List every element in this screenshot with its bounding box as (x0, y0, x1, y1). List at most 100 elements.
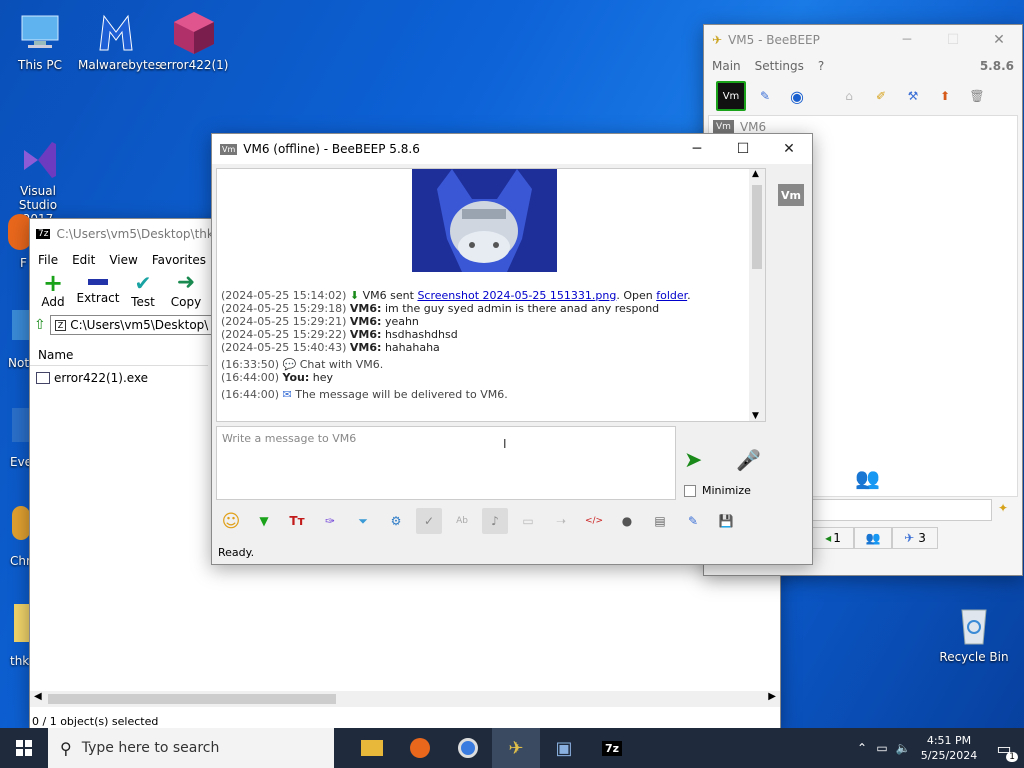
firefox-icon[interactable] (396, 728, 444, 768)
text-cursor-icon: I (503, 437, 507, 451)
beebeep-main-titlebar[interactable]: ✈ VM5 - BeeBEEP ─ ☐ ✕ (704, 25, 1022, 55)
filter-icon[interactable]: ⏷ (350, 508, 376, 534)
chat-user-avatar[interactable]: Vm (778, 184, 804, 206)
message-input[interactable]: Write a message to VM6 I (216, 426, 676, 500)
tab-chats[interactable]: ◂ 1 (812, 527, 854, 549)
folder-up-icon[interactable]: ⇧ (34, 317, 46, 333)
minimize-checkbox[interactable] (684, 484, 696, 497)
chat-window[interactable]: Vm VM6 (offline) - BeeBEEP 5.8.6 ─ ☐ ✕ (… (211, 133, 813, 565)
color-pen-icon[interactable]: ✑ (317, 508, 343, 534)
home-icon[interactable]: ⌂ (836, 83, 862, 109)
envelope-icon: ✉ (282, 388, 292, 401)
desktop-icon-this-pc[interactable]: This PC (2, 10, 78, 72)
copy-button[interactable]: ➜ Copy (164, 271, 208, 313)
ab-icon[interactable]: Ab (449, 508, 475, 534)
chat-titlebar[interactable]: Vm VM6 (offline) - BeeBEEP 5.8.6 ─ ☐ ✕ (212, 134, 812, 164)
file-icon[interactable]: ▭ (515, 508, 541, 534)
sevenzip-taskbar-icon[interactable]: 7z (588, 728, 636, 768)
record-icon[interactable]: ● (614, 508, 640, 534)
code-icon[interactable]: </> (581, 508, 607, 534)
scroll-thumb[interactable] (752, 185, 762, 269)
scroll-left-icon[interactable]: ◀ (34, 691, 42, 702)
user-avatar: Vm (713, 120, 734, 134)
screenshot-icon[interactable]: ▤ (647, 508, 673, 534)
desktop-icon-malwarebytes[interactable]: Malwarebytes (78, 10, 161, 72)
send-file-icon[interactable]: ➝ (548, 508, 574, 534)
volume-icon[interactable]: 🔈 (892, 741, 914, 755)
notes-icon[interactable]: ✐ (868, 83, 894, 109)
minimize-checkbox-row[interactable]: Minimize (684, 484, 751, 497)
minimize-button[interactable]: ─ (884, 25, 930, 55)
trash-icon[interactable]: 🗑 (964, 83, 990, 109)
remote-desktop-icon[interactable]: ▣ (540, 728, 588, 768)
minimize-button[interactable]: ─ (674, 134, 720, 164)
vertical-scrollbar[interactable]: ▲ ▼ (749, 169, 765, 421)
notification-button[interactable]: ▭ 1 (984, 728, 1024, 768)
menu-favorites[interactable]: Favorites (152, 253, 206, 267)
broom-icon[interactable]: ✦ (998, 501, 1008, 515)
microphone-icon[interactable]: 🎤 (736, 448, 761, 472)
chat-app-icon: Vm (220, 143, 238, 155)
file-link[interactable]: Screenshot 2024-05-25 151331.png (417, 289, 616, 302)
add-button[interactable]: + Add (32, 271, 74, 313)
path-input[interactable]: Z C:\Users\vm5\Desktop\ (49, 315, 236, 335)
tab-files[interactable]: ✈ 3 (892, 527, 938, 549)
extract-button[interactable]: Extract (74, 271, 122, 313)
maximize-button[interactable]: ☐ (720, 134, 766, 164)
network-tray-icon[interactable]: ▭ (872, 741, 892, 755)
green-arrow-icon[interactable]: ▼ (251, 508, 277, 534)
scroll-down-icon[interactable]: ▼ (752, 411, 759, 421)
menu-edit[interactable]: Edit (72, 253, 95, 267)
visual-studio-icon (16, 122, 60, 178)
chat-message: (2024-05-25 15:29:18) VM6: im the guy sy… (221, 302, 660, 315)
spellcheck-icon[interactable]: ✓ (416, 508, 442, 534)
edit-note-icon[interactable]: ✎ (680, 508, 706, 534)
beebeep-taskbar-icon[interactable]: ✈ (492, 728, 540, 768)
settings-gear-icon[interactable]: ⚙ (383, 508, 409, 534)
tools-icon[interactable]: ⚒ (900, 83, 926, 109)
check-icon: ✔ (134, 271, 152, 295)
close-button[interactable]: ✕ (976, 25, 1022, 55)
emoji-icon[interactable]: ☺ (218, 508, 244, 534)
chrome-icon[interactable] (444, 728, 492, 768)
desktop-edge-icon[interactable] (12, 310, 30, 340)
scroll-thumb[interactable] (48, 694, 336, 704)
desktop-edge-icon[interactable] (12, 506, 30, 540)
send-icon[interactable]: ➤ (684, 448, 702, 473)
desktop-edge-icon[interactable] (14, 604, 30, 642)
horizontal-scrollbar[interactable]: ◀ ▶ (30, 691, 780, 707)
column-header-name[interactable]: Name (30, 345, 208, 366)
tray-chevron-icon[interactable]: ⌃ (852, 741, 872, 755)
note-icon[interactable]: ♪ (482, 508, 508, 534)
maximize-button[interactable]: ☐ (930, 25, 976, 55)
tab-groups[interactable]: 👥 (854, 527, 892, 549)
clock[interactable]: 4:51 PM 5/25/2024 (914, 733, 984, 763)
file-explorer-icon[interactable] (348, 728, 396, 768)
scroll-right-icon[interactable]: ▶ (768, 691, 776, 702)
desktop-icon-error422[interactable]: error422(1) (156, 10, 232, 72)
chat-messages[interactable]: (2024-05-25 15:14:02) ⬇ VM6 sent Screens… (216, 168, 766, 422)
scroll-up-icon[interactable]: ▲ (752, 169, 759, 179)
vm-avatar-button[interactable]: Vm (716, 81, 746, 111)
menu-file[interactable]: File (38, 253, 58, 267)
share-icon[interactable]: ⬆ (932, 83, 958, 109)
menu-main[interactable]: Main (712, 59, 741, 73)
test-button[interactable]: ✔ Test (122, 271, 164, 313)
edit-profile-icon[interactable]: ✎ (752, 83, 778, 109)
start-windows-icon[interactable] (0, 728, 48, 768)
save-icon[interactable]: 💾 (713, 508, 739, 534)
font-icon[interactable]: Tт (284, 508, 310, 534)
menu-view[interactable]: View (109, 253, 137, 267)
menu-help[interactable]: ? (818, 59, 824, 73)
shared-screenshot-image[interactable] (412, 169, 557, 272)
folder-link[interactable]: folder (656, 289, 687, 302)
beebeep-main-search[interactable] (810, 499, 992, 521)
network-icon[interactable]: ◉ (784, 83, 810, 109)
taskbar-search-box[interactable]: ⚲ Type here to search (48, 728, 334, 768)
close-button[interactable]: ✕ (766, 134, 812, 164)
desktop-icon-recycle-bin[interactable]: Recycle Bin (936, 602, 1012, 664)
desktop-edge-icon[interactable] (12, 408, 30, 442)
file-name: error422(1).exe (54, 371, 149, 385)
chat-toolbar: ☺ ▼ Tт ✑ ⏷ ⚙ ✓ Ab ♪ ▭ ➝ </> ● ▤ ✎ 💾 (218, 508, 739, 534)
menu-settings[interactable]: Settings (755, 59, 804, 73)
